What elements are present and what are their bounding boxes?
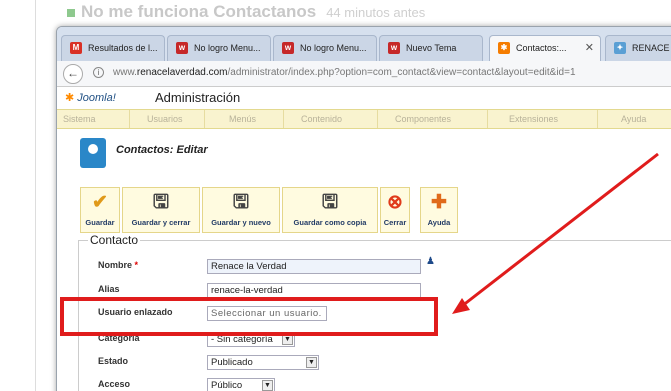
annotation-arrow: [452, 152, 659, 314]
